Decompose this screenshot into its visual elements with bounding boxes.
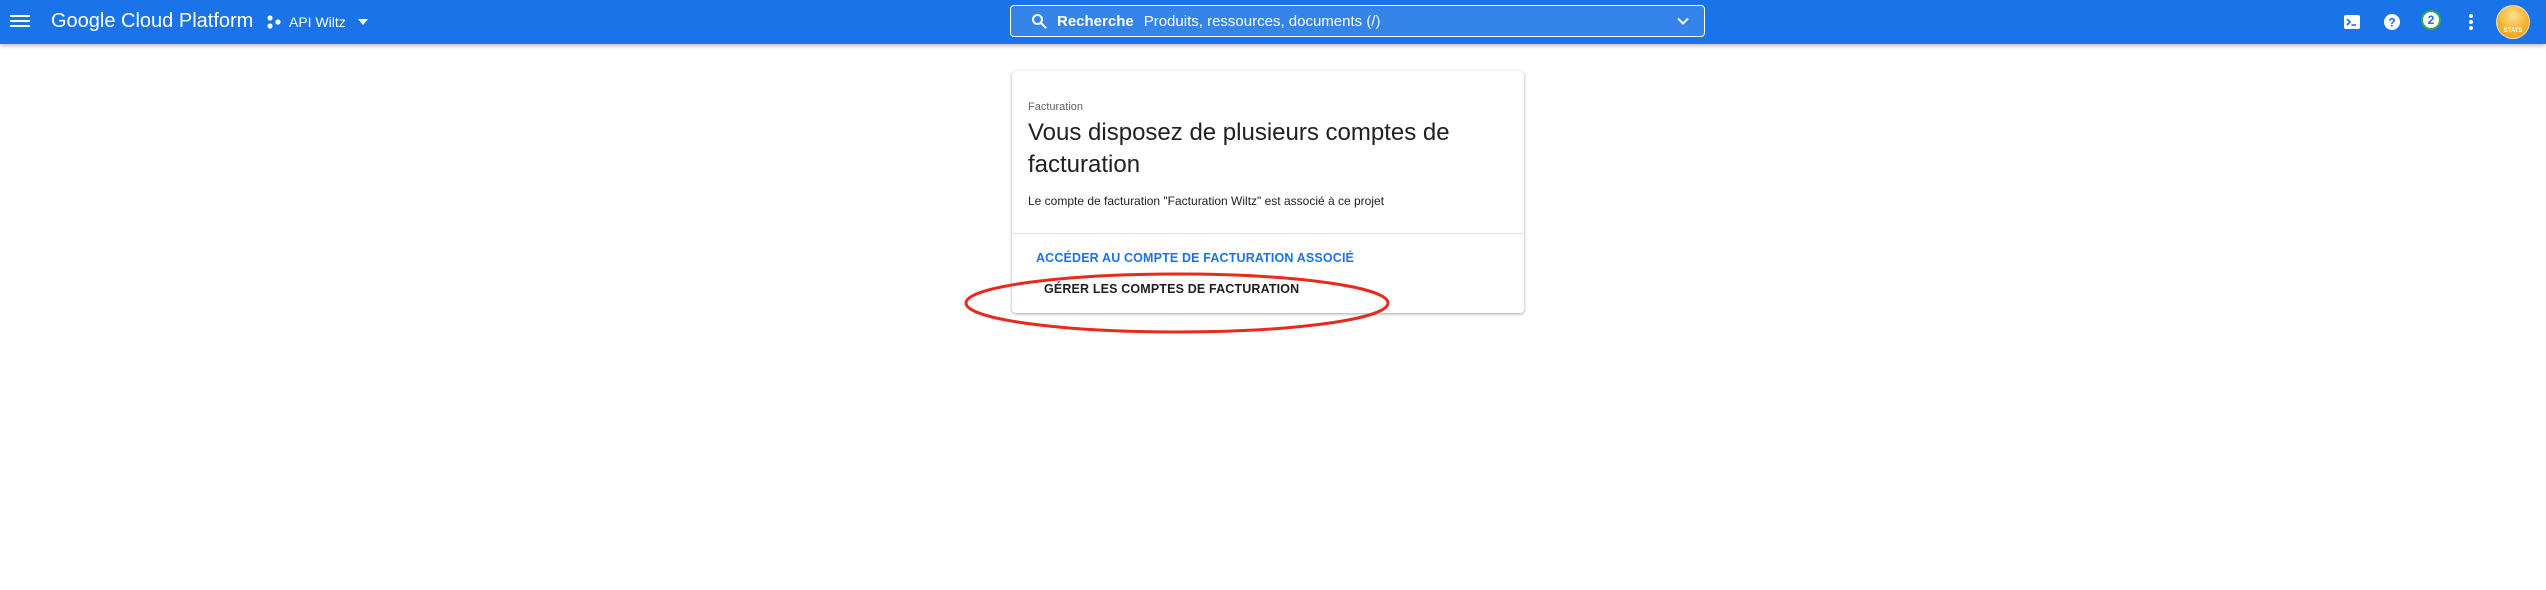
help-icon[interactable]: ? xyxy=(2382,12,2402,32)
brand-title[interactable]: Google Cloud Platform xyxy=(51,10,253,33)
search-input[interactable]: Produits, ressources, documents (/) xyxy=(1144,13,1676,30)
svg-text:?: ? xyxy=(2388,16,2395,30)
search-bar[interactable]: Recherche Produits, ressources, document… xyxy=(1010,5,1705,37)
project-selector[interactable]: API Wiltz xyxy=(266,10,368,34)
search-icon xyxy=(1032,14,1047,29)
avatar[interactable]: STATS xyxy=(2496,5,2530,39)
go-to-linked-billing-account-link[interactable]: ACCÉDER AU COMPTE DE FACTURATION ASSOCIÉ xyxy=(1036,251,1354,265)
project-icon xyxy=(267,15,281,29)
manage-billing-accounts-button[interactable]: GÉRER LES COMPTES DE FACTURATION xyxy=(1044,282,1299,296)
billing-card: Facturation Vous disposez de plusieurs c… xyxy=(1012,71,1524,313)
project-name: API Wiltz xyxy=(289,14,346,30)
chevron-down-icon xyxy=(357,19,368,25)
more-vert-icon[interactable] xyxy=(2461,12,2481,32)
card-title: Vous disposez de plusieurs comptes de fa… xyxy=(1028,119,1450,178)
menu-icon[interactable] xyxy=(10,12,30,32)
card-eyebrow: Facturation xyxy=(1028,101,1084,113)
chevron-down-icon[interactable] xyxy=(1676,14,1690,28)
cloud-shell-icon[interactable] xyxy=(2342,12,2362,32)
avatar-label: STATS xyxy=(2503,28,2523,34)
card-divider xyxy=(1012,233,1524,234)
search-label: Recherche xyxy=(1057,12,1134,30)
top-app-bar: Google Cloud Platform API Wiltz Recherch… xyxy=(0,0,2546,44)
card-description: Le compte de facturation "Facturation Wi… xyxy=(1028,194,1385,208)
notifications-badge[interactable]: 2 xyxy=(2421,10,2441,30)
